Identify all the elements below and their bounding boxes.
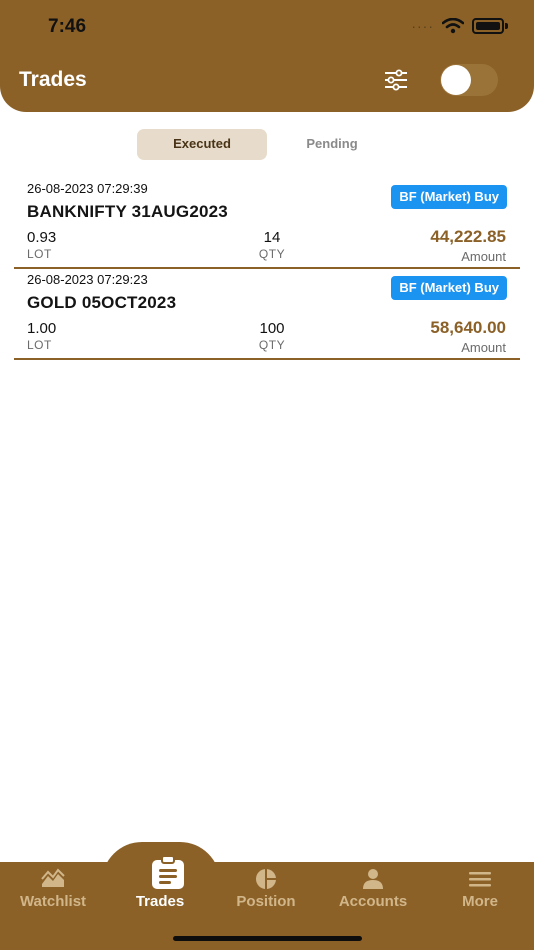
tab-executed[interactable]: Executed	[137, 129, 267, 160]
battery-icon	[472, 18, 504, 34]
qty-value: 100	[259, 320, 285, 337]
filter-button[interactable]	[382, 67, 410, 93]
wifi-icon	[442, 18, 464, 34]
home-indicator	[173, 936, 362, 941]
amount-label: Amount	[461, 340, 506, 355]
nav-label: Accounts	[338, 893, 408, 910]
trades-clipboard-icon	[152, 855, 184, 889]
theme-toggle[interactable]	[440, 64, 498, 96]
trade-type-badge: BF (Market) Buy	[391, 276, 507, 300]
trade-row[interactable]: 26-08-2023 07:29:23 GOLD 05OCT2023 BF (M…	[14, 268, 520, 360]
trade-symbol: GOLD 05OCT2023	[27, 293, 177, 312]
nav-trades[interactable]: Trades	[110, 855, 210, 918]
amount-value: 44,222.85	[430, 227, 506, 246]
hamburger-menu-icon	[469, 872, 491, 887]
trade-tabs: Executed Pending	[137, 129, 397, 160]
qty-label: QTY	[258, 247, 286, 261]
tab-pending[interactable]: Pending	[267, 129, 397, 160]
status-icons: ····	[411, 18, 508, 34]
nav-label: More	[462, 893, 498, 910]
lot-value: 0.93	[27, 229, 57, 246]
page-title: Trades	[19, 68, 87, 91]
filter-sliders-icon	[385, 69, 407, 91]
lot-label: LOT	[27, 338, 52, 352]
app-header: 7:46 ···· Trades	[0, 0, 534, 112]
nav-label: Position	[236, 893, 296, 910]
trade-type-badge: BF (Market) Buy	[391, 185, 507, 209]
trade-datetime: 26-08-2023 07:29:23	[27, 272, 148, 287]
person-icon	[363, 869, 383, 889]
status-time: 7:46	[48, 16, 87, 37]
nav-label: Watchlist	[19, 893, 87, 910]
toggle-knob	[441, 65, 471, 95]
nav-accounts[interactable]: Accounts	[323, 868, 423, 918]
amount-value: 58,640.00	[430, 318, 506, 337]
qty-value: 14	[263, 229, 281, 246]
nav-watchlist[interactable]: Watchlist	[3, 868, 103, 918]
trade-row[interactable]: 26-08-2023 07:29:39 BANKNIFTY 31AUG2023 …	[14, 177, 520, 269]
lot-value: 1.00	[27, 320, 57, 337]
trade-symbol: BANKNIFTY 31AUG2023	[27, 202, 228, 221]
trade-datetime: 26-08-2023 07:29:39	[27, 181, 148, 196]
nav-position[interactable]: Position	[216, 868, 316, 918]
watchlist-icon	[41, 868, 65, 887]
amount-label: Amount	[461, 249, 506, 264]
lot-label: LOT	[27, 247, 52, 261]
nav-label: Trades	[135, 893, 185, 910]
signal-icon: ····	[411, 18, 434, 34]
nav-more[interactable]: More	[430, 868, 530, 918]
qty-label: QTY	[258, 338, 286, 352]
pie-chart-icon	[256, 869, 276, 889]
